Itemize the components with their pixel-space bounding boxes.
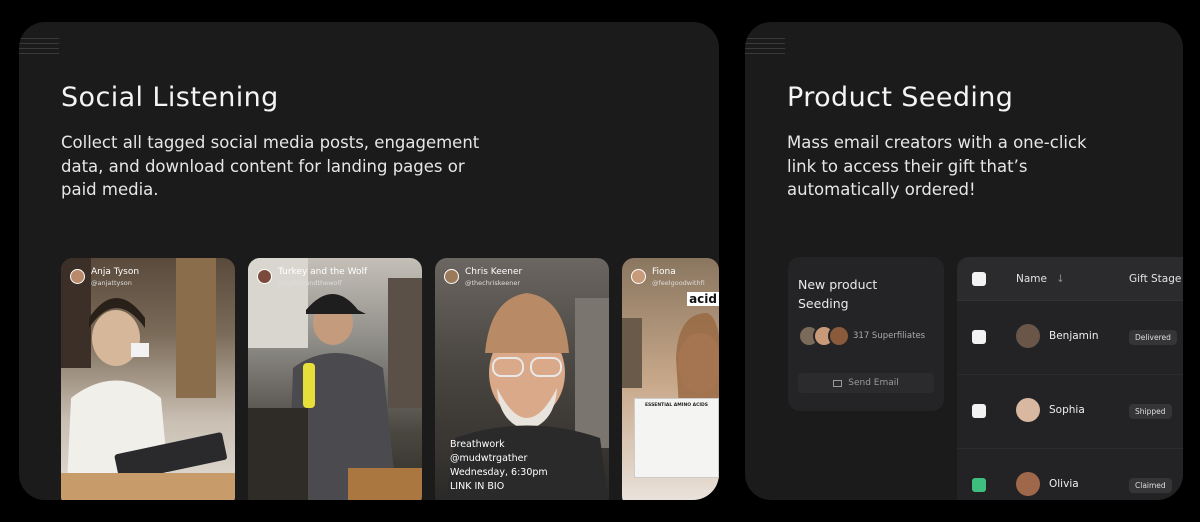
- post-header: Turkey and the Wolf @turkeyandthewolf: [257, 267, 367, 288]
- column-header-gift-stage[interactable]: Gift Stage: [1129, 273, 1181, 285]
- overlay-line: Wednesday, 6:30pm: [450, 467, 548, 478]
- campaign-title: New product Seeding: [798, 277, 878, 311]
- creators-table: Name ↓ Gift Stage Benjamin Delivered Sop…: [957, 257, 1183, 500]
- avatar[interactable]: [70, 269, 85, 284]
- amino-acid-sheet: ESSENTIAL AMINO ACIDS: [634, 398, 719, 478]
- avatar: [1016, 324, 1040, 348]
- product-seeding-card: Product Seeding Mass email creators with…: [745, 22, 1183, 500]
- table-row[interactable]: Olivia Claimed: [957, 449, 1183, 500]
- post-header: Fiona @feelgoodwithfi: [631, 267, 705, 288]
- post-overlay-text: Breathwork @mudwtrgather Wednesday, 6:30…: [450, 438, 548, 494]
- post-header: Chris Keener @thechriskeener: [444, 267, 522, 288]
- post-author-handle: @thechriskeener: [465, 279, 521, 287]
- row-checkbox-checked[interactable]: [972, 478, 986, 492]
- row-checkbox[interactable]: [972, 330, 986, 344]
- campaign-card[interactable]: New product Seeding 317 Superfiliates Se…: [788, 257, 944, 411]
- table-row[interactable]: Benjamin Delivered: [957, 301, 1183, 375]
- avatar: [1016, 472, 1040, 496]
- avatar[interactable]: [631, 269, 646, 284]
- social-listening-card: Social Listening Collect all tagged soci…: [19, 22, 719, 500]
- sort-down-icon[interactable]: ↓: [1056, 273, 1065, 285]
- avatar[interactable]: [444, 269, 459, 284]
- social-post[interactable]: Turkey and the Wolf @turkeyandthewolf: [248, 258, 422, 500]
- corner-lines: [19, 38, 59, 58]
- creator-name: Olivia: [1049, 478, 1079, 490]
- social-post[interactable]: Chris Keener @thechriskeener Breathwork …: [435, 258, 609, 500]
- post-author-handle: @anjattyson: [91, 279, 132, 287]
- creator-name: Benjamin: [1049, 330, 1099, 342]
- mail-icon: [833, 379, 843, 387]
- social-post[interactable]: Anja Tyson @anjattyson: [61, 258, 235, 500]
- post-header: Anja Tyson @anjattyson: [70, 267, 139, 288]
- overlay-line: @mudwtrgather: [450, 453, 528, 464]
- avatar: [1016, 398, 1040, 422]
- post-author-name: Anja Tyson: [91, 267, 140, 277]
- social-title: Social Listening: [61, 82, 279, 113]
- post-photo-person-laptop: [61, 258, 235, 500]
- row-checkbox[interactable]: [972, 404, 986, 418]
- status-badge: Claimed: [1129, 478, 1172, 493]
- post-author-name: Chris Keener: [465, 267, 523, 277]
- corner-lines: [745, 38, 785, 58]
- seeding-description: Mass email creators with a one-click lin…: [787, 133, 1087, 199]
- table-header: Name ↓ Gift Stage: [957, 257, 1183, 301]
- superfiliate-avatars: [798, 325, 850, 347]
- social-post[interactable]: acid ESSENTIAL AMINO ACIDS Fiona @feelgo…: [622, 258, 719, 500]
- post-author-handle: @feelgoodwithfi: [652, 279, 705, 287]
- social-description: Collect all tagged social media posts, e…: [61, 133, 480, 199]
- select-all-checkbox[interactable]: [972, 272, 986, 286]
- post-overlay-label: acid: [687, 292, 719, 306]
- sheet-title: ESSENTIAL AMINO ACIDS: [644, 403, 709, 408]
- overlay-line: LINK IN BIO: [450, 481, 505, 492]
- seeding-title: Product Seeding: [787, 82, 1014, 113]
- superfiliate-count: 317 Superfiliates: [853, 331, 926, 341]
- column-header-name[interactable]: Name: [1016, 273, 1047, 285]
- creator-name: Sophia: [1049, 404, 1085, 416]
- post-author-name: Turkey and the Wolf: [278, 267, 368, 277]
- status-badge: Shipped: [1129, 404, 1172, 419]
- avatar[interactable]: [257, 269, 272, 284]
- table-row[interactable]: Sophia Shipped: [957, 375, 1183, 449]
- send-email-label: Send Email: [848, 378, 899, 388]
- overlay-line: Breathwork: [450, 439, 505, 450]
- post-author-name: Fiona: [652, 267, 676, 277]
- send-email-button[interactable]: Send Email: [798, 373, 934, 393]
- avatar: [828, 325, 850, 347]
- status-badge: Delivered: [1129, 330, 1177, 345]
- post-author-handle: @turkeyandthewolf: [278, 279, 342, 287]
- post-photo-chef: [248, 258, 422, 500]
